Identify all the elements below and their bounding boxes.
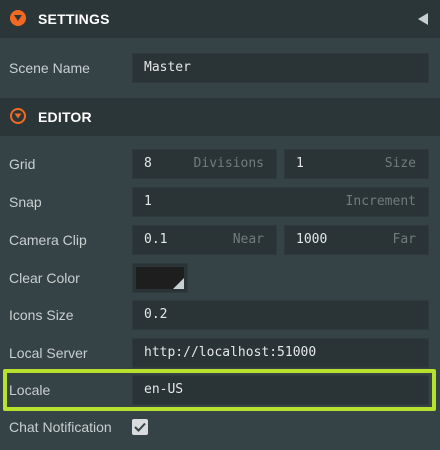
camera-clip-far-input[interactable]: 1000 Far [284, 225, 429, 255]
camera-clip-near-suffix: Near [232, 232, 264, 247]
grid-divisions-value: 8 [144, 156, 152, 171]
settings-panel: SETTINGS Scene Name Master EDITOR Grid 8… [0, 0, 440, 450]
chat-notification-label: Chat Notification [9, 419, 112, 435]
editor-collapse-toggle-icon[interactable] [10, 108, 26, 124]
icons-size-input[interactable]: 0.2 [132, 300, 429, 330]
grid-size-input[interactable]: 1 Size [284, 149, 429, 179]
clear-color-swatch[interactable] [132, 263, 188, 293]
local-server-input[interactable]: http://localhost:51000 [132, 338, 429, 368]
grid-label: Grid [9, 156, 36, 172]
icons-size-label: Icons Size [9, 307, 74, 323]
editor-header[interactable]: EDITOR [0, 98, 440, 136]
snap-suffix: Increment [345, 194, 416, 209]
editor-title: EDITOR [38, 109, 92, 125]
camera-clip-far-suffix: Far [392, 232, 416, 247]
color-picker-corner-icon [173, 278, 184, 289]
local-server-label: Local Server [9, 345, 88, 361]
camera-clip-label: Camera Clip [9, 232, 87, 248]
grid-divisions-input[interactable]: 8 Divisions [132, 149, 277, 179]
camera-clip-near-input[interactable]: 0.1 Near [132, 225, 277, 255]
grid-size-value: 1 [296, 156, 304, 171]
grid-size-suffix: Size [384, 156, 416, 171]
settings-title: SETTINGS [38, 11, 110, 27]
chat-notification-checkbox[interactable] [132, 419, 148, 435]
collapse-toggle-icon[interactable] [10, 10, 26, 26]
snap-label: Snap [9, 194, 42, 210]
grid-divisions-suffix: Divisions [193, 156, 264, 171]
snap-input[interactable]: 1 Increment [132, 187, 429, 217]
checkmark-icon [134, 422, 146, 432]
locale-highlight-box [3, 369, 436, 411]
panel-collapse-arrow-icon[interactable] [418, 13, 428, 25]
camera-clip-near-value: 0.1 [144, 232, 168, 247]
camera-clip-far-value: 1000 [296, 232, 328, 247]
snap-value: 1 [144, 194, 152, 209]
scene-name-label: Scene Name [9, 60, 90, 76]
settings-header[interactable]: SETTINGS [0, 0, 440, 38]
clear-color-label: Clear Color [9, 270, 80, 286]
scene-name-input[interactable]: Master [132, 53, 429, 83]
